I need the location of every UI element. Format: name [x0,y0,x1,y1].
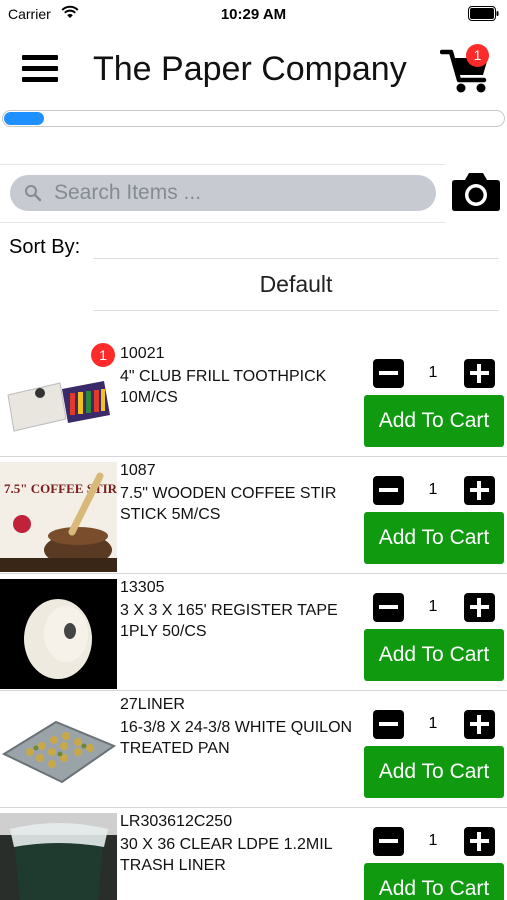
product-sku: 13305 [120,579,165,596]
item-cart-count-badge: 1 [91,343,115,367]
product-description: 30 X 36 CLEAR LDPE 1.2MIL TRASH LINER [120,836,332,874]
product-sku: 27LINER [120,696,185,713]
camera-icon[interactable] [451,170,501,212]
loading-progress-bar [2,110,505,127]
search-input[interactable] [54,179,424,207]
status-bar: Carrier 10:29 AM [0,0,507,28]
increase-quantity-button[interactable] [464,710,495,739]
sort-picker-next-option[interactable] [260,316,335,324]
product-image [0,696,117,806]
product-row: LR303612C250 30 X 36 CLEAR LDPE 1.2MIL T… [0,808,507,900]
cart-count-badge: 1 [466,44,489,67]
product-image: 7.5" COFFEE STIRRERS [0,462,117,572]
quantity-value[interactable]: 1 [418,832,448,850]
sort-picker-selected[interactable]: Default [93,271,499,298]
quantity-value[interactable]: 1 [418,364,448,382]
divider [0,222,445,223]
quantity-value[interactable]: 1 [418,715,448,733]
product-row: 27LINER 16-3/8 X 24-3/8 WHITE QUILON TRE… [0,691,507,808]
picker-line [93,310,499,311]
decrease-quantity-button[interactable] [373,593,404,622]
quantity-value[interactable]: 1 [418,481,448,499]
divider [0,164,445,165]
battery-icon [468,6,499,21]
product-description: 4" CLUB FRILL TOOTHPICK 10M/CS [120,368,327,406]
search-icon [25,185,42,202]
product-description: 16-3/8 X 24-3/8 WHITE QUILON TREATED PAN [120,719,353,757]
add-to-cart-button[interactable]: Add To Cart [364,629,504,681]
product-row: 13305 3 X 3 X 165' REGISTER TAPE 1PLY 50… [0,574,507,691]
add-to-cart-button[interactable]: Add To Cart [364,512,504,564]
decrease-quantity-button[interactable] [373,359,404,388]
product-list: 1 10021 4" CLUB FRILL TOOTHPICK 10M/CS 1… [0,340,507,900]
product-image [0,579,117,689]
increase-quantity-button[interactable] [464,827,495,856]
sort-by-label: Sort By: [9,236,81,258]
increase-quantity-button[interactable] [464,359,495,388]
product-sku: 1087 [120,462,156,479]
product-row: 7.5" COFFEE STIRRERS 1087 7.5" WOODEN CO… [0,457,507,574]
product-description: 3 X 3 X 165' REGISTER TAPE 1PLY 50/CS [120,602,338,640]
status-time: 10:29 AM [220,6,287,23]
add-to-cart-button[interactable]: Add To Cart [364,395,504,447]
quantity-value[interactable]: 1 [418,598,448,616]
decrease-quantity-button[interactable] [373,827,404,856]
app-title: The Paper Company [93,50,407,88]
search-bar[interactable] [10,175,436,211]
increase-quantity-button[interactable] [464,593,495,622]
product-description: 7.5" WOODEN COFFEE STIR STICK 5M/CS [120,485,337,523]
decrease-quantity-button[interactable] [373,710,404,739]
add-to-cart-button[interactable]: Add To Cart [364,863,504,900]
hamburger-menu-icon[interactable] [22,55,60,85]
product-sku: 10021 [120,345,165,362]
increase-quantity-button[interactable] [464,476,495,505]
product-sku: LR303612C250 [120,813,233,830]
product-image [0,813,117,900]
add-to-cart-button[interactable]: Add To Cart [364,746,504,798]
picker-line [93,258,499,259]
decrease-quantity-button[interactable] [373,476,404,505]
nav-bar: The Paper Company 1 [0,30,507,110]
progress-fill [4,112,44,125]
product-row: 1 10021 4" CLUB FRILL TOOTHPICK 10M/CS 1… [0,340,507,457]
